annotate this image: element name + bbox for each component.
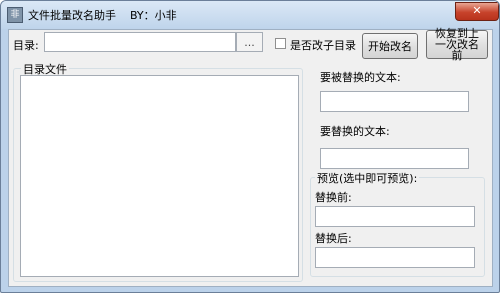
client-area: 目录: ... 是否改子目录 开始改名 恢复到上一次改名前 目录文件 要被替换的… <box>8 27 493 287</box>
browse-label: ... <box>244 35 255 49</box>
restore-label: 恢复到上一次改名前 <box>435 27 479 62</box>
window-title: 文件批量改名助手 BY：小非 <box>28 9 177 22</box>
close-icon: ✕ <box>472 4 482 17</box>
subdir-checkbox[interactable] <box>275 38 286 49</box>
subdir-checkbox-label[interactable]: 是否改子目录 <box>290 37 356 53</box>
close-button[interactable]: ✕ <box>455 2 499 21</box>
preview-group: 预览(选中即可预览): 替换前: 替换后: <box>310 170 485 277</box>
replace-text-label: 要替换的文本: <box>320 125 390 138</box>
file-list-group: 目录文件 <box>13 61 303 282</box>
directory-input[interactable] <box>44 32 236 52</box>
after-input[interactable] <box>315 247 475 268</box>
preview-title: 预览(选中即可预览): <box>315 170 420 186</box>
app-icon: 非 <box>7 7 23 23</box>
before-input[interactable] <box>315 206 475 227</box>
find-text-label: 要被替换的文本: <box>320 71 401 84</box>
after-label: 替换后: <box>315 232 352 245</box>
replace-text-input[interactable] <box>320 148 469 169</box>
directory-label: 目录: <box>13 39 39 52</box>
start-rename-label: 开始改名 <box>368 40 412 53</box>
app-window: 非 文件批量改名助手 BY：小非 ✕ 目录: ... 是否改子目录 开始改名 恢… <box>0 0 500 293</box>
browse-button[interactable]: ... <box>236 32 263 52</box>
find-text-input[interactable] <box>320 91 469 112</box>
before-label: 替换前: <box>315 191 352 204</box>
file-listbox[interactable] <box>20 75 299 277</box>
restore-button[interactable]: 恢复到上一次改名前 <box>426 27 488 62</box>
start-rename-button[interactable]: 开始改名 <box>362 33 418 59</box>
title-bar[interactable]: 非 文件批量改名助手 BY：小非 ✕ <box>1 1 499 29</box>
